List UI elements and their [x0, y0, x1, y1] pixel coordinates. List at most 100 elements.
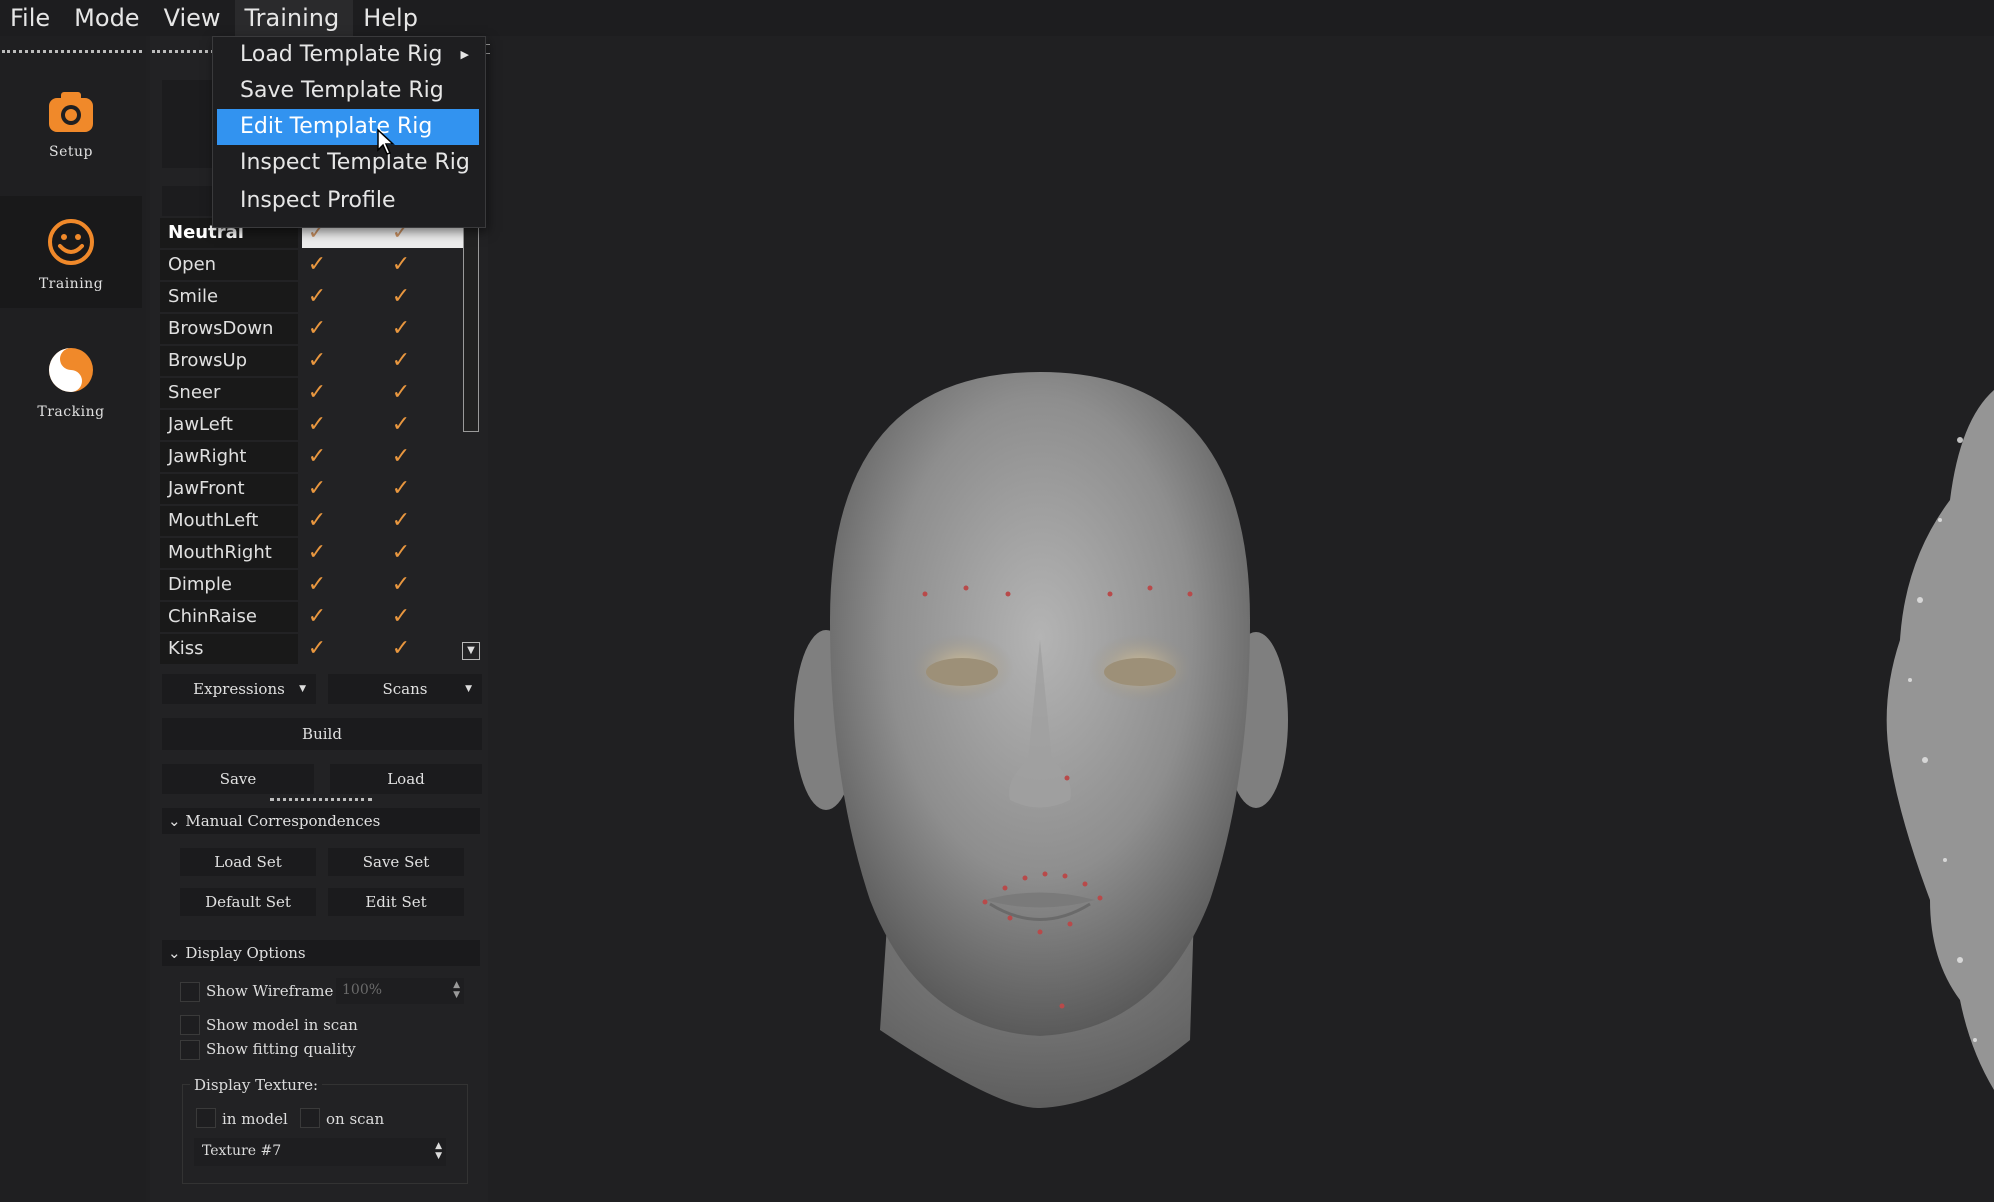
check-icon[interactable]: ✓	[302, 474, 332, 504]
menu-item-load-template-rig[interactable]: Load Template Rig ▶	[213, 37, 483, 73]
default-set-button[interactable]: Default Set	[180, 888, 316, 916]
expression-name: Open	[160, 250, 298, 280]
table-row[interactable]: JawLeft ✓ ✓	[160, 410, 470, 440]
menu-view[interactable]: View	[154, 0, 235, 36]
check-icon[interactable]: ✓	[386, 538, 416, 568]
check-icon[interactable]: ✓	[302, 634, 332, 664]
menu-training[interactable]: Training	[234, 0, 354, 36]
check-icon[interactable]: ✓	[302, 250, 332, 280]
check-icon[interactable]: ✓	[302, 378, 332, 408]
check-icon[interactable]: ✓	[302, 506, 332, 536]
check-icon[interactable]: ✓	[302, 314, 332, 344]
table-row[interactable]: BrowsUp ✓ ✓	[160, 346, 470, 376]
expression-name: JawFront	[160, 474, 298, 504]
show-fitting-quality-checkbox[interactable]	[180, 1040, 200, 1060]
check-icon[interactable]: ✓	[302, 346, 332, 376]
check-icon[interactable]: ✓	[386, 250, 416, 280]
show-wireframe-checkbox[interactable]	[180, 982, 200, 1002]
check-icon[interactable]: ✓	[386, 442, 416, 472]
check-icon[interactable]: ✓	[386, 602, 416, 632]
check-icon[interactable]: ✓	[386, 314, 416, 344]
spin-arrows-icon[interactable]: ▲ ▼	[435, 1141, 442, 1161]
check-icon[interactable]: ✓	[386, 378, 416, 408]
table-row[interactable]: Smile ✓ ✓	[160, 282, 470, 312]
menu-file[interactable]: File	[0, 0, 64, 36]
expressions-combo[interactable]: Expressions ▼	[162, 674, 316, 704]
check-icon[interactable]: ✓	[386, 282, 416, 312]
table-row[interactable]: MouthRight ✓ ✓	[160, 538, 470, 568]
in-model-label: in model	[222, 1110, 288, 1128]
check-icon[interactable]: ✓	[302, 442, 332, 472]
3d-viewport[interactable]	[490, 36, 1994, 1202]
menu-mode[interactable]: Mode	[64, 0, 153, 36]
submenu-arrow-icon: ▶	[460, 48, 469, 61]
scroll-down-arrow-icon[interactable]: ▼	[462, 642, 480, 660]
table-row[interactable]: JawFront ✓ ✓	[160, 474, 470, 504]
edit-set-button[interactable]: Edit Set	[328, 888, 464, 916]
menu-item-inspect-template-rig[interactable]: Inspect Template Rig	[213, 145, 483, 181]
tracking-label: Tracking	[37, 404, 105, 420]
check-icon[interactable]: ✓	[386, 410, 416, 440]
rail-grip[interactable]	[2, 50, 142, 53]
load-set-button[interactable]: Load Set	[180, 848, 316, 876]
manual-correspondences-title: Manual Correspondences	[185, 812, 381, 830]
smiley-icon	[48, 219, 94, 265]
texture-select[interactable]: Texture #7 ▲ ▼	[194, 1138, 446, 1166]
check-icon[interactable]: ✓	[302, 410, 332, 440]
dropdown-arrow-icon: ▼	[465, 684, 472, 694]
expression-name: BrowsDown	[160, 314, 298, 344]
expression-name: JawRight	[160, 442, 298, 472]
scrollbar-thumb[interactable]	[463, 222, 479, 432]
training-mode-button[interactable]: Training	[0, 196, 142, 308]
expression-name: ChinRaise	[160, 602, 298, 632]
load-button[interactable]: Load	[330, 764, 482, 794]
in-model-checkbox[interactable]	[196, 1108, 216, 1128]
menu-item-edit-template-rig[interactable]: Edit Template Rig	[217, 109, 479, 145]
check-icon[interactable]: ✓	[302, 282, 332, 312]
display-options-header[interactable]: ⌄ Display Options	[162, 940, 480, 966]
table-row[interactable]: Dimple ✓ ✓	[160, 570, 470, 600]
chevron-down-icon: ⌄	[168, 944, 181, 962]
head-model-render[interactable]	[490, 36, 1994, 1202]
setup-mode-button[interactable]: Setup	[0, 90, 142, 194]
expression-name: MouthRight	[160, 538, 298, 568]
save-button[interactable]: Save	[162, 764, 314, 794]
show-model-in-scan-checkbox[interactable]	[180, 1015, 200, 1035]
check-icon[interactable]: ✓	[302, 570, 332, 600]
camera-icon	[49, 92, 93, 132]
table-row[interactable]: MouthLeft ✓ ✓	[160, 506, 470, 536]
check-icon[interactable]: ✓	[386, 570, 416, 600]
table-row[interactable]: ChinRaise ✓ ✓	[160, 602, 470, 632]
check-icon[interactable]: ✓	[302, 602, 332, 632]
check-icon[interactable]: ✓	[302, 538, 332, 568]
load-template-rig-label: Load Template Rig	[240, 42, 443, 67]
expression-name: Dimple	[160, 570, 298, 600]
tracking-mode-button[interactable]: Tracking	[0, 346, 142, 450]
menu-item-inspect-profile[interactable]: Inspect Profile	[213, 183, 483, 219]
training-label: Training	[38, 276, 104, 292]
build-button[interactable]: Build	[162, 718, 482, 750]
menu-item-save-template-rig[interactable]: Save Template Rig	[213, 73, 483, 109]
menu-help[interactable]: Help	[353, 0, 432, 36]
check-icon[interactable]: ✓	[386, 506, 416, 536]
check-icon[interactable]: ✓	[386, 474, 416, 504]
manual-correspondences-header[interactable]: ⌄ Manual Correspondences	[162, 808, 480, 834]
spin-arrows-icon[interactable]: ▲ ▼	[453, 980, 460, 1000]
table-row[interactable]: JawRight ✓ ✓	[160, 442, 470, 472]
on-scan-checkbox[interactable]	[300, 1108, 320, 1128]
save-set-button[interactable]: Save Set	[328, 848, 464, 876]
table-scrollbar[interactable]: ▼	[460, 218, 482, 660]
table-row[interactable]: Open ✓ ✓	[160, 250, 470, 280]
expression-name: MouthLeft	[160, 506, 298, 536]
wireframe-opacity-spinbox[interactable]: 100% ▲ ▼	[336, 978, 464, 1004]
section-splitter[interactable]	[270, 798, 372, 801]
panel-grip[interactable]	[152, 50, 214, 53]
check-icon[interactable]: ✓	[386, 346, 416, 376]
table-row[interactable]: Sneer ✓ ✓	[160, 378, 470, 408]
table-row[interactable]: BrowsDown ✓ ✓	[160, 314, 470, 344]
check-icon[interactable]: ✓	[386, 634, 416, 664]
scans-combo[interactable]: Scans ▼	[328, 674, 482, 704]
training-menu: Load Template Rig ▶ Save Template Rig Ed…	[212, 36, 486, 228]
mode-rail: Setup Training Tracking	[0, 36, 146, 1202]
table-row[interactable]: Kiss ✓ ✓	[160, 634, 470, 664]
